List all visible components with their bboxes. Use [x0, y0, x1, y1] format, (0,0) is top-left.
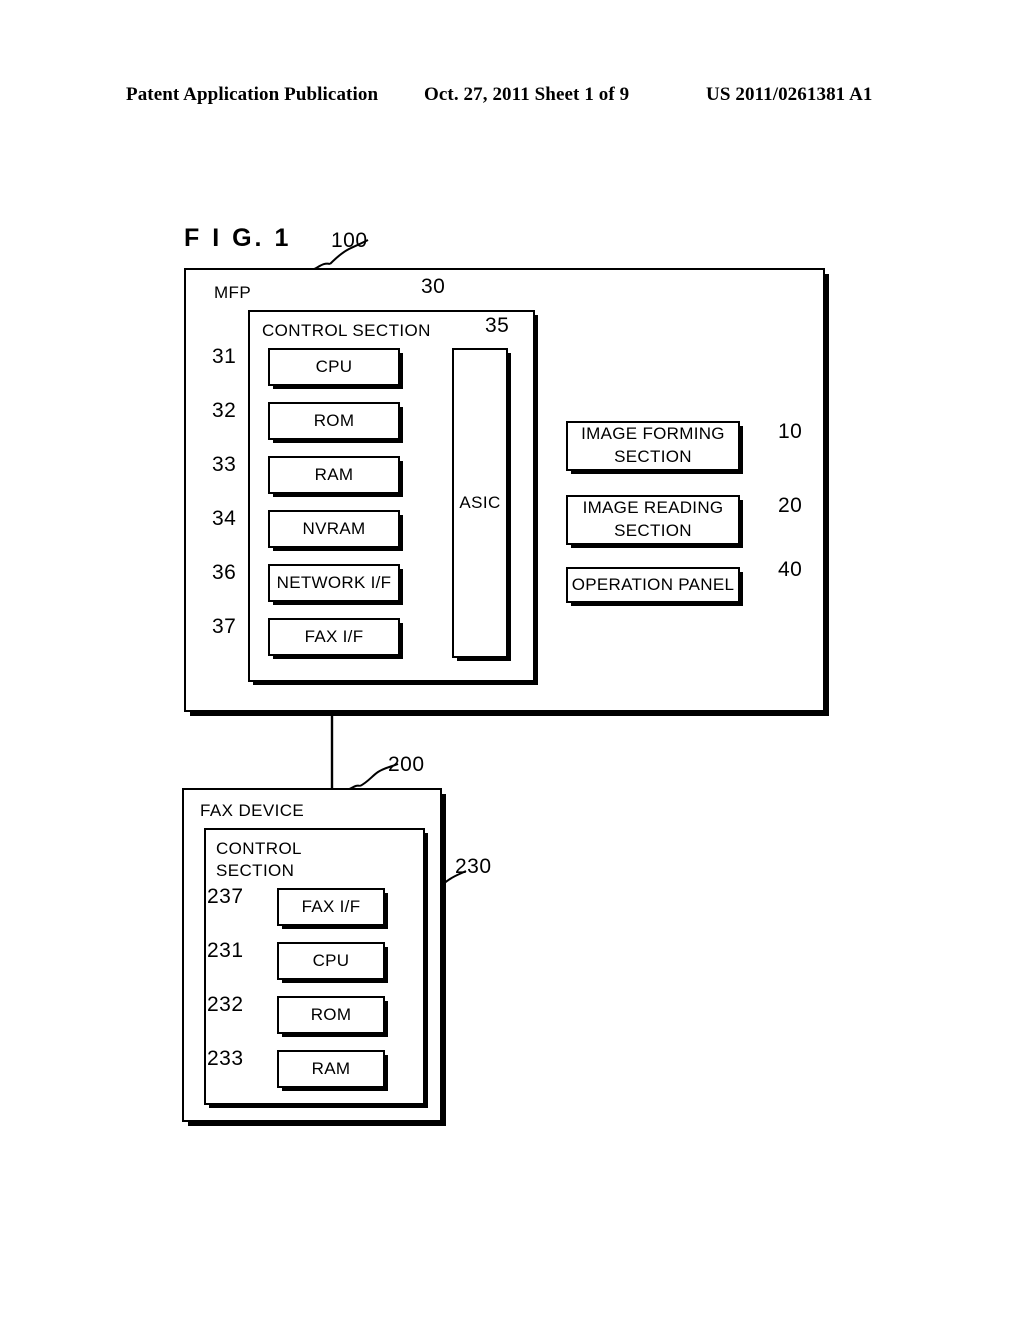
ref-230: 230: [455, 855, 492, 878]
image-reading-section-label-line2: SECTION: [614, 521, 692, 540]
ref-31: 31: [212, 345, 237, 368]
fax-device-module-ram-label: RAM: [311, 1059, 351, 1079]
asic-label: ASIC: [459, 493, 501, 512]
mfp-module-fax-if: FAX I/F: [268, 618, 400, 656]
operation-panel: OPERATION PANEL: [566, 567, 740, 603]
ref-231: 231: [207, 939, 244, 962]
operation-panel-label: OPERATION PANEL: [571, 575, 735, 595]
mfp-module-nvram: NVRAM: [268, 510, 400, 548]
ref-10: 10: [778, 420, 803, 443]
ref-237: 237: [207, 885, 244, 908]
ref-37: 37: [212, 615, 237, 638]
ref-233: 233: [207, 1047, 244, 1070]
ref-30: 30: [421, 275, 446, 298]
fax-device-label: FAX DEVICE: [200, 801, 305, 820]
mfp-module-fax-if-label: FAX I/F: [304, 627, 364, 647]
mfp-module-network-if: NETWORK I/F: [268, 564, 400, 602]
ref-20: 20: [778, 494, 803, 517]
image-forming-section: IMAGE FORMING SECTION: [566, 421, 740, 471]
ref-32: 32: [212, 399, 237, 422]
fax-device-module-rom: ROM: [277, 996, 385, 1034]
mfp-control-section-label: CONTROL SECTION: [262, 321, 431, 340]
fax-device-control-section-label: CONTROL SECTION: [216, 838, 302, 882]
image-reading-section: IMAGE READING SECTION: [566, 495, 740, 545]
fax-device-module-cpu-label: CPU: [312, 951, 350, 971]
asic-block: ASIC: [452, 348, 508, 658]
image-reading-section-label-line1: IMAGE READING: [582, 498, 724, 518]
mfp-module-cpu: CPU: [268, 348, 400, 386]
fax-device-module-fax-if-label: FAX I/F: [301, 897, 361, 917]
mfp-module-network-if-label: NETWORK I/F: [276, 573, 392, 593]
mfp-module-ram-label: RAM: [314, 465, 354, 485]
ref-100: 100: [331, 229, 368, 252]
fax-device-module-fax-if: FAX I/F: [277, 888, 385, 926]
ref-33: 33: [212, 453, 237, 476]
fax-device-control-section-label-line2: SECTION: [216, 861, 295, 881]
ref-200: 200: [388, 753, 425, 776]
image-forming-section-label-line2: SECTION: [614, 447, 692, 466]
mfp-label: MFP: [214, 283, 252, 302]
mfp-module-rom-label: ROM: [313, 411, 355, 431]
mfp-module-nvram-label: NVRAM: [302, 519, 366, 539]
ref-35: 35: [485, 314, 510, 337]
ref-36: 36: [212, 561, 237, 584]
ref-34: 34: [212, 507, 237, 530]
fax-device-module-rom-label: ROM: [310, 1005, 352, 1025]
fax-device-control-section-label-line1: CONTROL: [216, 839, 302, 858]
ref-232: 232: [207, 993, 244, 1016]
mfp-module-rom: ROM: [268, 402, 400, 440]
mfp-module-cpu-label: CPU: [315, 357, 353, 377]
image-forming-section-label-line1: IMAGE FORMING: [581, 424, 725, 444]
ref-40: 40: [778, 558, 803, 581]
fax-device-module-cpu: CPU: [277, 942, 385, 980]
mfp-module-ram: RAM: [268, 456, 400, 494]
fax-device-module-ram: RAM: [277, 1050, 385, 1088]
